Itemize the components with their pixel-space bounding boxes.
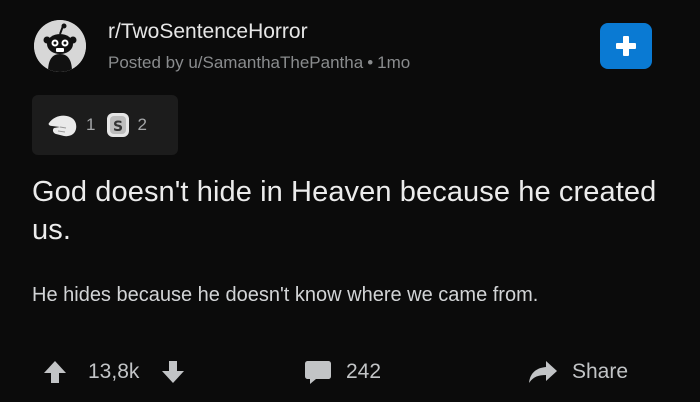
arrow-up-icon — [44, 361, 66, 383]
downvote-button[interactable] — [160, 350, 186, 394]
comment-icon — [305, 361, 331, 384]
share-button[interactable]: Share — [528, 350, 628, 394]
share-label: Share — [572, 360, 629, 383]
award-count: 2 — [137, 115, 147, 134]
plus-icon — [616, 36, 636, 56]
share-arrow-icon — [529, 361, 557, 383]
award-pointing-hand[interactable]: 1 — [46, 110, 95, 140]
subreddit-name[interactable]: r/TwoSentenceHorror — [108, 20, 308, 44]
silver-coin-award-icon: S — [107, 113, 130, 137]
post-meta: Posted by u/SamanthaThePantha • 1mo — [108, 53, 410, 73]
award-silver[interactable]: S 2 — [105, 111, 147, 139]
award-count: 1 — [86, 115, 96, 134]
post-body: He hides because he doesn't know where w… — [32, 284, 539, 306]
action-bar: 13,8k 242 Share — [0, 350, 700, 394]
post-title[interactable]: God doesn't hide in Heaven because he cr… — [32, 173, 682, 249]
subreddit-avatar[interactable] — [34, 20, 86, 72]
awards-bar[interactable]: 1 S 2 — [32, 95, 178, 155]
author-link[interactable]: Posted by u/SamanthaThePantha — [108, 53, 363, 72]
comments-button[interactable]: 242 — [304, 350, 381, 394]
post-card: r/TwoSentenceHorror Posted by u/Samantha… — [0, 0, 700, 402]
pointing-hand-award-icon — [48, 115, 77, 137]
snoo-icon — [34, 20, 86, 72]
comment-count: 242 — [346, 360, 382, 383]
vote-score: 13,8k — [88, 360, 140, 383]
post-age: 1mo — [377, 53, 411, 72]
meta-separator: • — [367, 53, 374, 72]
upvote-button[interactable] — [42, 350, 68, 394]
arrow-down-icon — [162, 361, 184, 383]
join-button[interactable] — [600, 23, 652, 69]
svg-text:S: S — [113, 119, 123, 135]
